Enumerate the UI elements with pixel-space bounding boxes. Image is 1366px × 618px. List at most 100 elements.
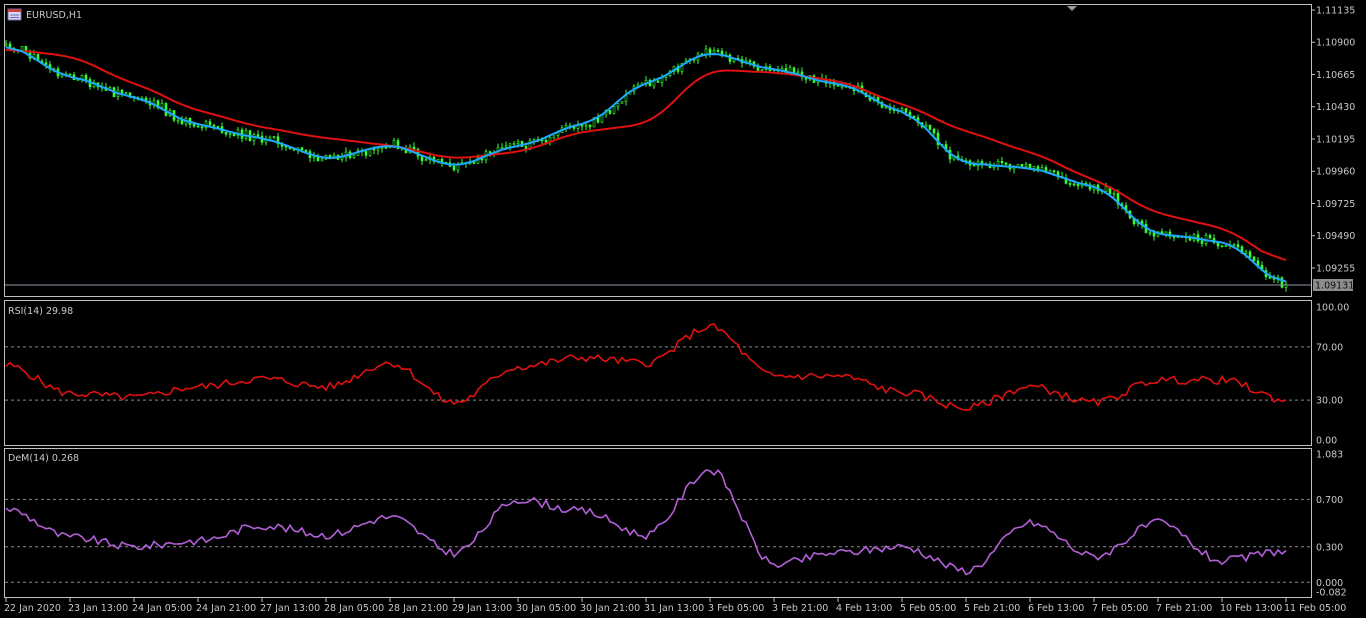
candle-body <box>1248 251 1252 258</box>
candle-body <box>716 50 720 52</box>
candle-body <box>212 124 216 127</box>
candle-body <box>160 103 164 108</box>
time-axis-label: 6 Feb 13:00 <box>1028 603 1084 614</box>
candle-body <box>1024 163 1028 167</box>
dem-axis-label: 0.300 <box>1316 542 1343 553</box>
time-axis-label: 4 Feb 13:00 <box>836 603 892 614</box>
candle-body <box>1252 256 1256 262</box>
candle-body <box>928 124 932 130</box>
candle-body <box>424 159 428 162</box>
time-axis-label: 23 Jan 13:00 <box>68 603 128 614</box>
price-axis-label: 1.09960 <box>1316 167 1355 178</box>
candle-body <box>1052 170 1056 173</box>
candle-body <box>488 151 492 154</box>
price-axis-label: 1.10430 <box>1316 102 1355 113</box>
time-axis-label: 7 Feb 05:00 <box>1092 603 1148 614</box>
candle-body <box>272 136 276 138</box>
time-axis-label: 5 Feb 05:00 <box>900 603 956 614</box>
candle-body <box>192 124 196 127</box>
candle-body <box>124 92 128 95</box>
candle-body <box>712 50 716 54</box>
rsi-axis-label: 0.00 <box>1316 436 1337 447</box>
candle-body <box>1148 232 1152 234</box>
candle-body <box>972 164 976 167</box>
price-axis-label: 1.10665 <box>1316 70 1355 81</box>
candle-body <box>328 155 332 158</box>
candle-body <box>68 73 72 76</box>
time-axis-label: 10 Feb 13:00 <box>1220 603 1282 614</box>
candle-body <box>840 85 844 88</box>
candle-body <box>232 133 236 136</box>
candle-body <box>584 124 588 127</box>
trading-chart[interactable]: EURUSD,H1 1.111351.109001.106651.104301.… <box>0 0 1366 618</box>
candle-body <box>900 108 904 111</box>
candle-body <box>376 147 380 151</box>
candle-body <box>1224 245 1228 247</box>
candle-body <box>332 154 336 158</box>
candle-body <box>620 101 624 104</box>
candle-body <box>792 67 796 74</box>
candle-body <box>1112 192 1116 195</box>
candle-body <box>708 48 712 54</box>
candle-body <box>412 146 416 150</box>
candle-body <box>208 121 212 126</box>
candle-body <box>504 145 508 148</box>
candle-body <box>1000 160 1004 164</box>
time-axis-label: 22 Jan 2020 <box>4 603 61 614</box>
candle-body <box>352 154 356 158</box>
dem-panel-label: DeM(14) 0.268 <box>8 453 79 464</box>
candle-body <box>836 84 840 87</box>
time-axis-label: 27 Jan 13:00 <box>260 603 320 614</box>
time-axis-label: 31 Jan 13:00 <box>644 603 704 614</box>
candle-body <box>1104 186 1108 192</box>
candle-body <box>500 146 504 149</box>
candle-body <box>224 131 228 135</box>
candle-body <box>4 43 8 46</box>
candle-body <box>748 60 752 63</box>
candle-body <box>1244 251 1248 254</box>
dem-axis-label: 0.700 <box>1316 495 1343 506</box>
price-axis-label: 1.09490 <box>1316 231 1355 242</box>
candle-body <box>216 126 220 128</box>
candle-body <box>384 147 388 149</box>
candle-body <box>300 147 304 151</box>
candle-body <box>44 62 48 65</box>
candle-body <box>704 48 708 55</box>
time-axis-label: 28 Jan 21:00 <box>388 603 448 614</box>
candle-body <box>228 133 232 136</box>
candle-body <box>544 139 548 143</box>
candle <box>1252 255 1256 262</box>
candle-body <box>1020 163 1024 167</box>
svg-text:1.09131: 1.09131 <box>1315 281 1354 292</box>
candle-body <box>588 124 592 128</box>
candle-body <box>932 128 936 134</box>
candle-body <box>596 117 600 123</box>
price-axis-label: 1.09255 <box>1316 263 1355 274</box>
rsi-panel-label: RSI(14) 29.98 <box>8 306 73 317</box>
candle-body <box>452 166 456 171</box>
candle-body <box>304 149 308 152</box>
time-axis-label: 3 Feb 21:00 <box>772 603 828 614</box>
candle-body <box>1152 232 1156 237</box>
candle-body <box>516 140 520 144</box>
candle-body <box>612 106 616 114</box>
price-axis-label: 1.11135 <box>1316 6 1355 17</box>
candle-body <box>508 143 512 147</box>
dem-axis-label: -0.082 <box>1316 588 1347 599</box>
candle-body <box>796 71 800 74</box>
rsi-axis-label: 30.00 <box>1316 396 1343 407</box>
price-axis-label: 1.09725 <box>1316 199 1355 210</box>
candle-body <box>1208 235 1212 239</box>
candle-body <box>196 125 200 128</box>
time-axis-label: 29 Jan 13:00 <box>452 603 512 614</box>
time-axis-label: 30 Jan 05:00 <box>516 603 576 614</box>
time-axis-label: 28 Jan 05:00 <box>324 603 384 614</box>
candle-body <box>760 69 764 71</box>
candle-body <box>1220 245 1224 248</box>
candle-body <box>616 102 620 107</box>
time-axis-label: 3 Feb 05:00 <box>708 603 764 614</box>
candle-body <box>1068 183 1072 185</box>
candle-body <box>320 158 324 162</box>
price-axis-label: 1.10195 <box>1316 134 1355 145</box>
chart-window-icon <box>7 8 22 21</box>
